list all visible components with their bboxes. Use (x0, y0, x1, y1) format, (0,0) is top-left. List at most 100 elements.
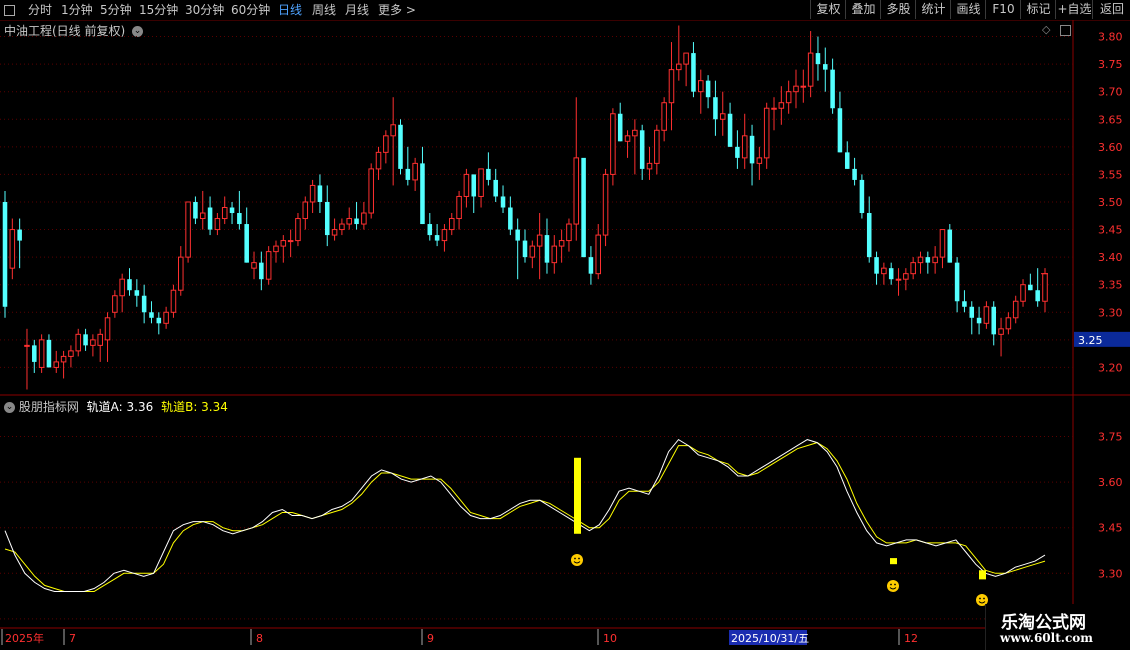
candle-body (1035, 290, 1040, 302)
x-axis-label: 8 (256, 632, 263, 645)
ind-y-tick: 3.60 (1098, 476, 1123, 489)
candle-body (844, 152, 850, 169)
candle-body (991, 306, 997, 335)
candle-body (17, 229, 22, 241)
candle-body (214, 218, 221, 231)
main-y-tick: 3.70 (1098, 86, 1123, 99)
candle-body (793, 85, 799, 93)
candle-body (38, 339, 45, 368)
candle-body (390, 124, 396, 137)
candle-body (939, 229, 946, 258)
candle-body (361, 212, 367, 225)
ind-y-tick: 3.45 (1098, 522, 1123, 535)
candle-body (32, 345, 37, 362)
candle-body (112, 295, 118, 313)
candle-body (756, 157, 763, 164)
smiley-eye (578, 557, 580, 560)
candle-body (676, 63, 682, 71)
ind-y-tick: 3.75 (1098, 431, 1123, 444)
candle-body (229, 207, 235, 214)
candle-body (962, 301, 967, 307)
main-y-tick: 3.45 (1098, 224, 1123, 237)
smiley-eye (979, 597, 981, 600)
candle-body (375, 151, 382, 170)
candle-body (691, 53, 696, 92)
candle-body (60, 355, 67, 363)
x-axis-label: 2025/10/31/五 (731, 632, 809, 645)
candle-body (244, 224, 249, 263)
candle-body (881, 267, 887, 275)
candle-body (339, 223, 345, 231)
candle-body (207, 207, 213, 230)
candle-body (566, 223, 572, 242)
candle-body (639, 130, 645, 169)
candle-body (536, 234, 543, 247)
candle-body (273, 245, 279, 253)
candle-body (866, 213, 872, 258)
candle-body (302, 201, 309, 220)
candle-body (551, 245, 558, 264)
candle-body (925, 257, 931, 263)
candle-body (976, 317, 982, 324)
candle-body (383, 135, 389, 153)
candle-body (617, 113, 623, 142)
candle-body (954, 262, 960, 302)
x-axis-label: 2025年 (5, 631, 44, 645)
smiley-eye (894, 583, 896, 586)
candle-body (83, 334, 88, 346)
candle-body (859, 179, 865, 214)
candle-body (544, 235, 550, 263)
logo-line1: 乐淘公式网 (1001, 613, 1086, 633)
signal-bar (574, 457, 581, 534)
candle-body (170, 289, 177, 313)
candle-body (895, 278, 902, 281)
candle-body (661, 102, 667, 131)
chart-canvas[interactable]: 3.80 3.75 3.70 3.65 3.60 3.55 3.50 3.45 3.40 3.35… (0, 0, 1130, 650)
candle-body (998, 328, 1004, 335)
candle-body (456, 195, 462, 220)
x-axis-label: 7 (69, 632, 76, 645)
candle-body (295, 218, 301, 242)
candle-body (280, 240, 287, 247)
candle-body (163, 311, 169, 324)
candle-body (852, 168, 857, 180)
candle-body (412, 162, 418, 181)
candle-body (471, 174, 477, 197)
candle-body (486, 168, 491, 180)
candle-body (478, 168, 484, 197)
smiley-eye (890, 583, 892, 586)
candle-body (237, 213, 242, 225)
candle-body (602, 173, 609, 236)
candle-body (405, 168, 411, 180)
candle-body (368, 168, 374, 214)
main-y-tick: 3.40 (1098, 251, 1123, 264)
candle-body (910, 262, 916, 275)
candle-body (493, 179, 498, 197)
candle-body (719, 113, 726, 120)
candle-body (727, 113, 733, 147)
candle-body (53, 361, 60, 368)
main-y-tick: 3.55 (1098, 168, 1123, 181)
candle-body (668, 69, 675, 104)
candle-body (515, 229, 520, 241)
candle-body (903, 273, 909, 280)
candle-body (75, 333, 82, 352)
candle-body (646, 162, 653, 170)
candle-body (581, 157, 586, 258)
candle-body (529, 245, 536, 258)
candle-body (558, 240, 565, 247)
candle-body (763, 107, 770, 159)
candle-body (508, 207, 513, 230)
main-y-tick: 3.60 (1098, 141, 1123, 154)
main-y-tick: 3.75 (1098, 58, 1123, 71)
candle-body (1042, 273, 1048, 302)
smiley-icon (887, 580, 899, 592)
candle-body (193, 201, 198, 219)
candle-body (420, 163, 425, 225)
candle-body (823, 64, 828, 70)
candle-body (917, 256, 924, 264)
candle-body (448, 218, 455, 231)
line-a-series (4, 438, 1046, 592)
candle-body (9, 229, 16, 269)
candle-body (156, 317, 162, 324)
